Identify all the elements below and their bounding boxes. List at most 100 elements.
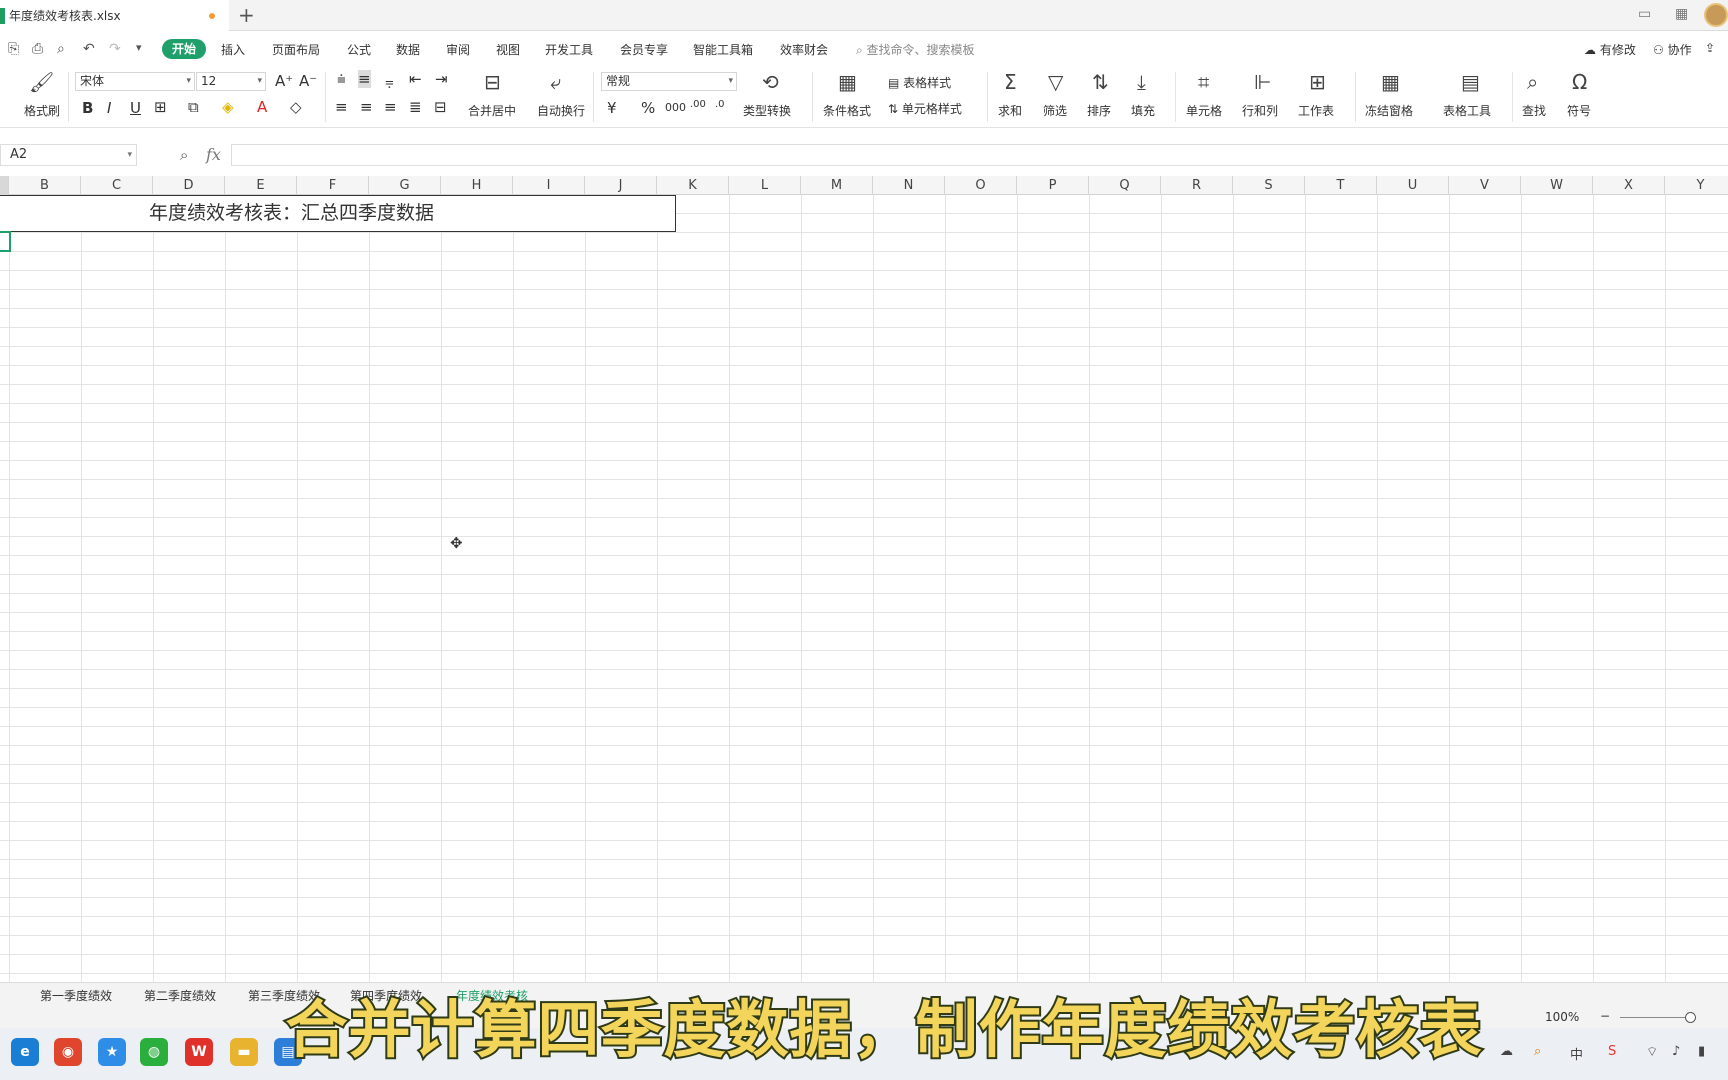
modified-status[interactable]: ☁ 有修改: [1584, 41, 1636, 58]
column-header-A[interactable]: [0, 176, 9, 195]
align-top-icon[interactable]: ⩧: [337, 70, 346, 88]
symbol-label[interactable]: 符号: [1567, 102, 1591, 119]
justify-icon[interactable]: ≣: [409, 98, 422, 116]
save-icon[interactable]: ⎘: [8, 41, 19, 57]
cell-style-button[interactable]: ⇅ 单元格样式: [888, 100, 962, 117]
share-icon[interactable]: ⇪: [1705, 41, 1715, 55]
command-search[interactable]: ⌕ 查找命令、搜索模板: [856, 41, 975, 58]
table-style-button[interactable]: ▤ 表格样式: [888, 74, 951, 91]
menu-insert[interactable]: 插入: [221, 41, 245, 58]
cell-icon[interactable]: ⌗: [1198, 70, 1209, 94]
cell-label[interactable]: 单元格: [1186, 102, 1222, 119]
print-preview-icon[interactable]: ⌕: [57, 41, 65, 57]
document-tab[interactable]: 年度绩效考核表.xlsx: [0, 0, 229, 31]
align-bottom-icon[interactable]: ⩦: [385, 72, 394, 90]
column-header-O[interactable]: O: [945, 176, 1017, 195]
font-size-select[interactable]: 12 ▾: [196, 72, 266, 91]
conditional-format-icon[interactable]: ▦: [838, 70, 857, 94]
column-header-M[interactable]: M: [801, 176, 873, 195]
worksheet-icon[interactable]: ⊞: [1309, 70, 1326, 94]
type-convert-label[interactable]: 类型转换: [743, 102, 791, 119]
wrap-text-label[interactable]: 自动换行: [537, 102, 585, 119]
column-header-Y[interactable]: Y: [1665, 176, 1728, 195]
distributed-icon[interactable]: ⊟: [434, 98, 447, 116]
column-header-E[interactable]: E: [225, 176, 297, 195]
column-header-Q[interactable]: Q: [1089, 176, 1161, 195]
column-header-D[interactable]: D: [153, 176, 225, 195]
align-center-icon[interactable]: ≡: [360, 98, 373, 116]
column-header-K[interactable]: K: [657, 176, 729, 195]
collab-button[interactable]: ⚇ 协作: [1653, 41, 1692, 58]
table-tools-icon[interactable]: ▤: [1461, 70, 1480, 94]
undo-icon[interactable]: ↶: [83, 41, 95, 57]
font-name-select[interactable]: 宋体 ▾: [75, 72, 195, 91]
user-avatar[interactable]: [1704, 3, 1728, 27]
grid-apps-icon[interactable]: ▦: [1675, 6, 1688, 22]
column-header-I[interactable]: I: [513, 176, 585, 195]
column-header-S[interactable]: S: [1233, 176, 1305, 195]
table-tools-label[interactable]: 表格工具: [1443, 102, 1491, 119]
symbol-icon[interactable]: Ω: [1572, 70, 1587, 94]
column-header-N[interactable]: N: [873, 176, 945, 195]
merge-center-icon[interactable]: ⊟: [484, 70, 501, 94]
column-header-B[interactable]: B: [9, 176, 81, 195]
worksheet-grid[interactable]: [0, 195, 1728, 983]
find-label[interactable]: 查找: [1522, 102, 1546, 119]
formula-input[interactable]: [231, 144, 1728, 166]
column-header-X[interactable]: X: [1593, 176, 1665, 195]
menu-member[interactable]: 会员专享: [620, 41, 668, 58]
border-icon[interactable]: ⊞: [154, 98, 167, 116]
row-col-icon[interactable]: ⊩: [1254, 70, 1271, 94]
font-color-icon[interactable]: A: [257, 98, 267, 116]
column-header-F[interactable]: F: [297, 176, 369, 195]
menu-developer[interactable]: 开发工具: [545, 41, 593, 58]
menu-page-layout[interactable]: 页面布局: [272, 41, 320, 58]
wrap-text-icon[interactable]: ⤶: [550, 70, 561, 94]
italic-icon[interactable]: I: [107, 99, 111, 117]
column-header-J[interactable]: J: [585, 176, 657, 195]
menu-view[interactable]: 视图: [496, 41, 520, 58]
column-header-U[interactable]: U: [1377, 176, 1449, 195]
sort-icon[interactable]: ⇅: [1092, 70, 1109, 94]
align-left-icon[interactable]: ≡: [335, 98, 348, 116]
currency-icon[interactable]: ¥: [607, 99, 617, 117]
menu-formulas[interactable]: 公式: [347, 41, 371, 58]
fill-icon[interactable]: ⤓: [1137, 70, 1146, 94]
freeze-panes-label[interactable]: 冻结窗格: [1365, 102, 1413, 119]
freeze-panes-icon[interactable]: ▦: [1381, 70, 1400, 94]
menu-review[interactable]: 审阅: [446, 41, 470, 58]
format-painter-icon[interactable]: 🖌: [29, 70, 54, 94]
column-header-C[interactable]: C: [81, 176, 153, 195]
merged-title-cell[interactable]: 年度绩效考核表：汇总四季度数据: [0, 195, 676, 232]
menu-home[interactable]: 开始: [162, 39, 206, 59]
format-painter-label[interactable]: 格式刷: [24, 102, 60, 119]
filter-icon[interactable]: ▽: [1048, 70, 1063, 94]
redo-icon[interactable]: ↷: [109, 41, 121, 57]
cell-fill-icon[interactable]: ⧉: [188, 98, 199, 116]
column-header-V[interactable]: V: [1449, 176, 1521, 195]
decrease-decimal-icon[interactable]: .0: [715, 99, 725, 110]
find-icon[interactable]: ⌕: [1527, 70, 1538, 94]
merge-center-label[interactable]: 合并居中: [468, 102, 516, 119]
quick-access-dropdown-icon[interactable]: ▾: [136, 41, 142, 54]
decrease-font-icon[interactable]: A⁻: [299, 72, 317, 90]
align-middle-icon[interactable]: ≡: [358, 70, 371, 88]
print-icon[interactable]: ⎙: [32, 41, 43, 57]
bold-icon[interactable]: B: [82, 99, 93, 117]
align-right-icon[interactable]: ≡: [384, 98, 397, 116]
fill-label[interactable]: 填充: [1131, 102, 1155, 119]
column-header-P[interactable]: P: [1017, 176, 1089, 195]
thousands-icon[interactable]: 000: [665, 101, 686, 114]
column-header-G[interactable]: G: [369, 176, 441, 195]
column-header-H[interactable]: H: [441, 176, 513, 195]
new-tab-plus-icon[interactable]: +: [238, 3, 255, 27]
menu-data[interactable]: 数据: [396, 41, 420, 58]
type-convert-icon[interactable]: ⟲: [762, 70, 779, 94]
menu-smart-toolbox[interactable]: 智能工具箱: [693, 41, 753, 58]
worksheet-label[interactable]: 工作表: [1298, 102, 1334, 119]
decrease-indent-icon[interactable]: ⇤: [409, 70, 422, 88]
filter-label[interactable]: 筛选: [1043, 102, 1067, 119]
column-header-T[interactable]: T: [1305, 176, 1377, 195]
column-header-R[interactable]: R: [1161, 176, 1233, 195]
sum-icon[interactable]: Σ: [1004, 70, 1017, 94]
